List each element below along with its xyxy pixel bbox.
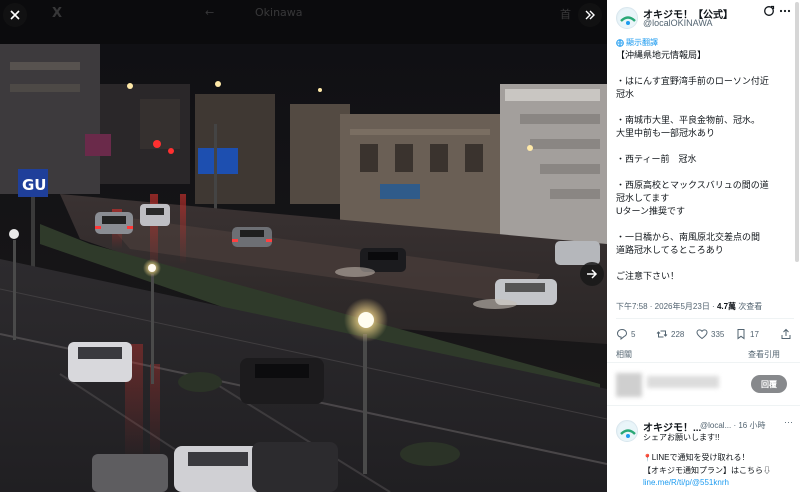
translate-icon: [616, 38, 624, 47]
flood-photo: GU: [0, 44, 607, 492]
translate-label: 顯示翻譯: [626, 38, 658, 47]
reply-line: 【オキジモ通知プラン】はこちら⇩: [643, 466, 771, 475]
reply-author-avatar[interactable]: [616, 420, 638, 442]
close-button[interactable]: [3, 3, 27, 27]
tweet-timestamp[interactable]: 下午7:58 · 2026年5月23日 · 4.7萬 次查看: [616, 301, 762, 312]
tweet-paragraph: ・南城市大里、平良金物前、冠水。 大里中前も一部冠水あり: [616, 115, 761, 138]
media-viewer: GU X ← Okinawa 首: [0, 0, 607, 492]
views-count: 4.7萬: [716, 302, 737, 311]
viewer-top-bar: X ← Okinawa 首: [0, 0, 607, 32]
like-action[interactable]: 335: [696, 328, 724, 340]
retweet-action[interactable]: 228: [656, 328, 684, 340]
next-arrow-icon: [587, 269, 598, 279]
tweet-paragraph: 【沖縄県地元情報局】: [616, 50, 707, 60]
share-icon: [781, 328, 791, 339]
like-icon: [696, 329, 708, 340]
reply-more-button[interactable]: ···: [784, 417, 793, 427]
tweet-paragraph: ・一日橋から、南風原北交差点の間 道路冠水してるところあり: [616, 232, 761, 255]
ghost-right: 首: [560, 8, 571, 21]
grok-icon[interactable]: [763, 5, 775, 17]
views-label: 次查看: [736, 302, 763, 311]
avatar-logo-icon: [618, 422, 637, 441]
reply-spacer: [643, 444, 795, 452]
share-action[interactable]: [780, 328, 792, 340]
reply-text: シェアお願いします!! 📍LINEで通知を受け取れる！ 【オキジモ通知プラン】は…: [643, 432, 795, 489]
avatar-logo-icon: [618, 9, 637, 28]
bookmark-action[interactable]: 17: [735, 328, 759, 340]
reply-count: 5: [631, 329, 636, 339]
line-link[interactable]: line.me/R/ti/p/@551knrh: [643, 477, 795, 489]
reply-icon: [616, 328, 628, 340]
reply-author-handle[interactable]: @local... · 16 小時: [700, 420, 765, 431]
bookmark-icon: [737, 329, 745, 340]
scrollbar[interactable]: [795, 2, 799, 262]
tweet-paragraph: ご注意下さい！: [616, 271, 680, 281]
tweet-text: 【沖縄県地元情報局】 ・はにんす宜野湾手前のローソン付近 冠水 ・南城市大里、平…: [616, 49, 794, 296]
reply-button[interactable]: 回覆: [751, 375, 787, 393]
view-quotes-link[interactable]: 查看引用: [748, 349, 780, 360]
expand-icon: [585, 10, 595, 20]
tweet-time[interactable]: 下午7:58 · 2026年5月23日 ·: [616, 302, 717, 311]
divider: [616, 318, 794, 319]
next-media-button[interactable]: [580, 262, 604, 286]
divider: [607, 362, 800, 363]
reply-line: LINEで通知を受け取れる！: [651, 453, 750, 462]
pin-icon: 📍: [643, 455, 652, 462]
divider: [607, 405, 800, 406]
expand-panel-button[interactable]: [578, 3, 602, 27]
tweet-paragraph: ・西ティー前 冠水: [616, 154, 697, 164]
composer-placeholder-blurred[interactable]: [647, 376, 719, 388]
bookmark-count: 17: [750, 329, 759, 339]
tweet-panel: オキジモ！【公式】 @localOKINAWA 顯示翻譯 【沖縄県地元情報局】 …: [607, 0, 800, 492]
composer-avatar-blurred: [616, 373, 642, 397]
reply-line: シェアお願いします!!: [643, 433, 720, 442]
retweet-icon: [656, 330, 668, 338]
tweet-actions: 5 228 335 17: [616, 328, 794, 342]
author-handle[interactable]: @localOKINAWA: [643, 18, 712, 28]
related-link[interactable]: 相關: [616, 349, 632, 360]
like-count: 335: [711, 329, 725, 339]
reply-action[interactable]: 5: [616, 328, 635, 340]
author-avatar[interactable]: [616, 7, 638, 29]
tweet-paragraph: ・西原高校とマックスバリュの間の道 冠水してます Uターン推奨です: [616, 180, 769, 216]
tweet-paragraph: ・はにんす宜野湾手前のローソン付近 冠水: [616, 76, 769, 99]
translate-link[interactable]: 顯示翻譯: [616, 37, 658, 48]
svg-text:GU: GU: [22, 176, 47, 194]
x-logo-ghost: X: [52, 6, 63, 21]
back-arrow-ghost: ←: [205, 6, 215, 19]
retweet-count: 228: [671, 329, 685, 339]
ghost-title: Okinawa: [255, 6, 303, 19]
more-icon[interactable]: [779, 5, 791, 17]
close-icon: [10, 10, 20, 20]
